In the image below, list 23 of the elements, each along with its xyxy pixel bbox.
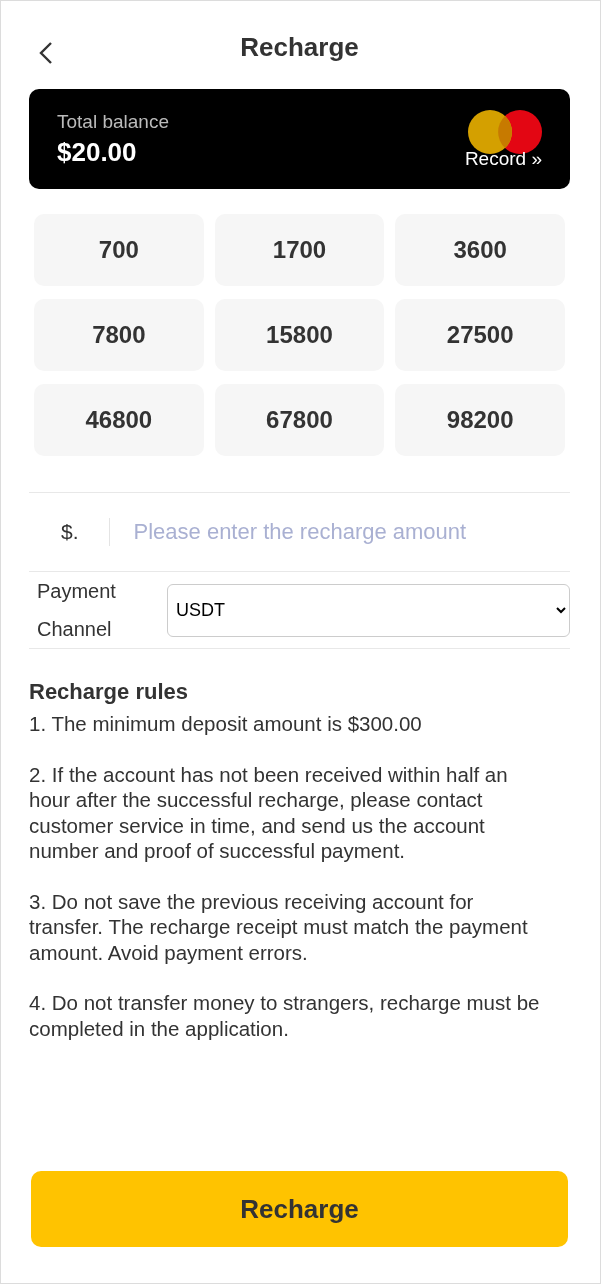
amount-option[interactable]: 46800 (34, 384, 204, 456)
balance-amount: $20.00 (57, 136, 138, 168)
amount-option[interactable]: 3600 (395, 214, 565, 286)
payment-channel-select[interactable]: USDT (167, 583, 570, 637)
back-icon (39, 41, 53, 65)
rules-heading: Recharge rules (29, 679, 189, 705)
currency-label: $. (61, 520, 79, 544)
record-link[interactable]: Record » (464, 148, 542, 170)
page-title: Recharge (240, 31, 359, 63)
amount-option[interactable]: 700 (34, 214, 204, 286)
recharge-button[interactable]: Recharge (31, 1171, 568, 1247)
amount-option[interactable]: 1700 (214, 214, 385, 286)
amount-option[interactable]: 67800 (214, 384, 385, 456)
amount-option[interactable]: 15800 (214, 299, 385, 371)
rule-text: 2. If the account has not been received within half an hour after the successful recharge, please contact customer service in time, and send us the account number and proof of successful payment. (29, 761, 509, 864)
rule-text: 4. Do not transfer money to strangers, recharge must be completed in the application. (29, 990, 541, 1041)
payment-channel-label: Payment Channel (36, 579, 117, 642)
amount-option[interactable]: 27500 (395, 299, 565, 371)
amount-option[interactable]: 98200 (395, 384, 565, 456)
rule-text: 1. The minimum deposit amount is $300.00 (29, 711, 423, 737)
balance-label: Total balance (57, 110, 169, 133)
amount-option[interactable]: 7800 (34, 299, 204, 371)
rule-text: 3. Do not save the previous receiving account for transfer. The recharge receipt must match the payment amount. Avoid payment errors. (29, 888, 529, 965)
